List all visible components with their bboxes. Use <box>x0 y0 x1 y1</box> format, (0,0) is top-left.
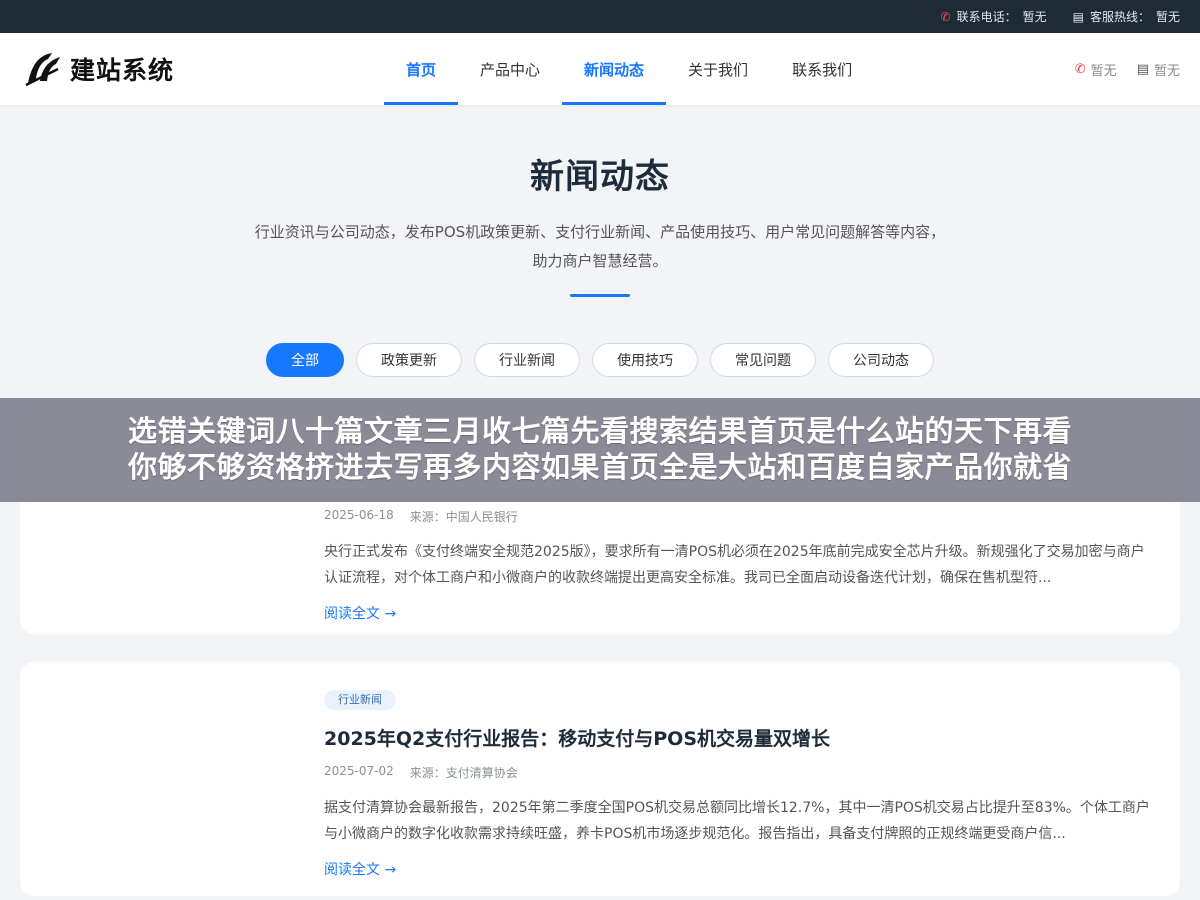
site-header: 建站系统 首页 产品中心 新闻动态 关于我们 联系我们 ✆ 暂无 ▤ 暂无 <box>0 33 1200 105</box>
topbar-hotline-value: 暂无 <box>1155 10 1180 24</box>
topbar-phone-value: 暂无 <box>1022 10 1047 24</box>
article-meta: 2025-07-02 来源：支付清算协会 <box>324 764 1156 781</box>
topbar-phone: ✆ 联系电话： 暂无 <box>941 8 1047 25</box>
title-underline <box>570 294 630 297</box>
article-meta: 2025-06-18 来源：中国人民银行 <box>324 508 1156 525</box>
page-description: 行业资讯与公司动态，发布POS机政策更新、支付行业新闻、产品使用技巧、用户常见问… <box>254 223 946 270</box>
topbar-phone-label: 联系电话： <box>956 10 1017 24</box>
site-logo[interactable]: 建站系统 <box>22 49 174 89</box>
topbar-hotline-label: 客服热线： <box>1089 10 1150 24</box>
header-phone[interactable]: ✆ 暂无 <box>1075 60 1117 79</box>
article-excerpt: 央行正式发布《支付终端安全规范2025版》，要求所有一清POS机必须在2025年… <box>324 544 1145 586</box>
filter-policy[interactable]: 政策更新 <box>356 343 462 377</box>
filter-faq[interactable]: 常见问题 <box>710 343 816 377</box>
nav-item-news[interactable]: 新闻动态 <box>562 33 667 105</box>
read-more-link[interactable]: 阅读全文 → <box>324 603 396 623</box>
article-content: 2025-06-18 来源：中国人民银行 央行正式发布《支付终端安全规范2025… <box>324 495 1156 623</box>
main-nav: 首页 产品中心 新闻动态 关于我们 联系我们 <box>384 33 874 105</box>
read-more-link[interactable]: 阅读全文 → <box>324 859 396 879</box>
page-hero: 新闻动态 行业资讯与公司动态，发布POS机政策更新、支付行业新闻、产品使用技巧、… <box>0 105 1200 377</box>
overlay-line-2: 你够不够资格挤进去写再多内容如果首页全是大站和百度自家产品你就省 <box>127 450 1072 484</box>
nav-item-label: 联系我们 <box>792 60 853 79</box>
page-title: 新闻动态 <box>530 157 670 197</box>
topbar-hotline: ▤ 客服热线： 暂无 <box>1073 8 1180 25</box>
article-card[interactable]: 行业新闻 2025年Q2支付行业报告：移动支付与POS机交易量双增长 2025-… <box>20 662 1180 896</box>
article-date: 2025-06-18 <box>324 508 394 522</box>
article-tag[interactable]: 行业新闻 <box>324 690 396 710</box>
header-contact: ✆ 暂无 ▤ 暂无 <box>1075 60 1180 79</box>
top-utility-bar: ✆ 联系电话： 暂无 ▤ 客服热线： 暂无 <box>0 0 1200 33</box>
article-source: 来源：支付清算协会 <box>409 766 518 780</box>
header-phone-value: 暂无 <box>1090 64 1117 79</box>
chat-icon: ▤ <box>1136 62 1149 77</box>
category-filters: 全部 政策更新 行业新闻 使用技巧 常见问题 公司动态 <box>0 343 1200 377</box>
nav-item-label: 首页 <box>406 60 437 79</box>
nav-item-label: 新闻动态 <box>584 60 645 79</box>
nav-item-about[interactable]: 关于我们 <box>666 33 770 105</box>
chat-icon: ▤ <box>1072 9 1084 24</box>
logo-icon <box>25 53 60 87</box>
filter-company[interactable]: 公司动态 <box>828 343 934 377</box>
nav-item-products[interactable]: 产品中心 <box>458 33 562 105</box>
nav-item-contact[interactable]: 联系我们 <box>770 33 874 105</box>
overlay-caption: 选错关键词八十篇文章三月收七篇先看搜索结果首页是什么站的天下再看 你够不够资格挤… <box>0 398 1200 502</box>
header-chat[interactable]: ▤ 暂无 <box>1137 60 1180 79</box>
phone-icon: ✆ <box>940 9 951 24</box>
nav-item-label: 关于我们 <box>688 60 749 79</box>
filter-all[interactable]: 全部 <box>266 343 344 377</box>
article-excerpt: 据支付清算协会最新报告，2025年第二季度全国POS机交易总额同比增长12.7%… <box>324 800 1150 842</box>
overlay-line-1: 选错关键词八十篇文章三月收七篇先看搜索结果首页是什么站的天下再看 <box>127 414 1072 448</box>
header-chat-value: 暂无 <box>1153 64 1180 79</box>
article-title[interactable]: 2025年Q2支付行业报告：移动支付与POS机交易量双增长 <box>324 724 1156 751</box>
phone-icon: ✆ <box>1074 62 1086 77</box>
filter-industry-news[interactable]: 行业新闻 <box>474 343 580 377</box>
nav-item-home[interactable]: 首页 <box>384 33 459 105</box>
article-source: 来源：中国人民银行 <box>409 510 518 524</box>
article-date: 2025-07-02 <box>324 764 394 778</box>
logo-text: 建站系统 <box>70 56 175 85</box>
filter-tips[interactable]: 使用技巧 <box>592 343 698 377</box>
nav-item-label: 产品中心 <box>480 60 541 79</box>
article-content: 行业新闻 2025年Q2支付行业报告：移动支付与POS机交易量双增长 2025-… <box>324 688 1156 879</box>
